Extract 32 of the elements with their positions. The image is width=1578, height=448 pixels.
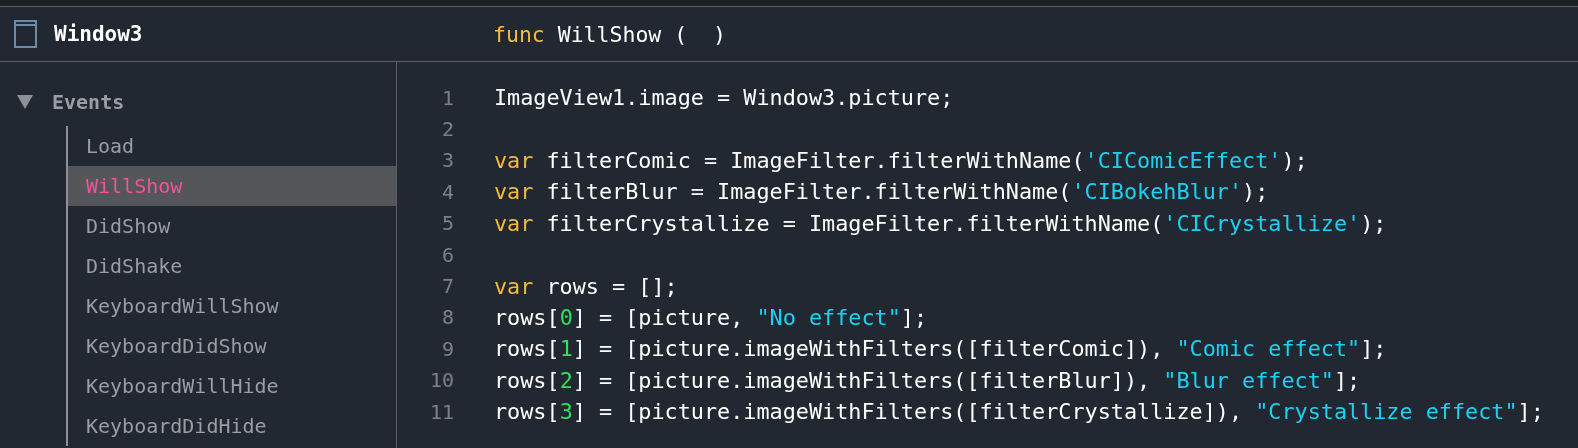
code-line: var filterCrystallize = ImageFilter.filterWithName('CICrystallize'); [494, 210, 1387, 236]
event-item[interactable]: DidShow [68, 206, 396, 246]
event-item[interactable]: DidShake [68, 246, 396, 286]
line-number: 9 [440, 336, 454, 361]
event-item[interactable]: Load [68, 126, 396, 166]
code-line: rows[1] = [picture.imageWithFilters([filterComic]), "Comic effect"]; [494, 336, 1387, 362]
event-item[interactable]: KeyboardDidHide [68, 406, 396, 446]
line-number: 1 [440, 85, 454, 110]
line-number: 2 [440, 117, 454, 142]
line-number: 11 [428, 399, 454, 424]
line-number: 6 [440, 242, 454, 267]
line-number: 5 [440, 211, 454, 236]
event-item[interactable]: KeyboardWillShow [68, 286, 396, 326]
event-item[interactable]: KeyboardWillHide [68, 366, 396, 406]
code-line: var rows = []; [494, 273, 678, 299]
code-line: rows[2] = [picture.imageWithFilters([filterBlur]), "Blur effect"]; [494, 367, 1361, 393]
code-line: rows[3] = [picture.imageWithFilters([filterCrystallize]), "Crystallize effect"]; [494, 399, 1544, 425]
function-signature: func WillShow ( ) [492, 21, 727, 47]
expanded-triangle-icon[interactable] [16, 94, 34, 110]
code-line: var filterBlur = ImageFilter.filterWithName('CIBokehBlur'); [494, 179, 1269, 205]
code-line: var filterComic = ImageFilter.filterWithName('CIComicEffect'); [494, 147, 1308, 173]
line-number: 4 [440, 179, 454, 204]
group-label: Events [52, 90, 125, 114]
line-number: 3 [440, 148, 454, 173]
event-item[interactable]: KeyboardDidShow [68, 326, 396, 366]
line-number: 8 [440, 305, 454, 330]
window-icon [14, 20, 37, 48]
code-line: ImageView1.image = Window3.picture; [494, 85, 954, 111]
code-line: rows[0] = [picture, "No effect"]; [494, 304, 928, 330]
window-title: Window3 [54, 22, 143, 46]
line-number: 10 [428, 368, 454, 393]
line-number: 7 [440, 274, 454, 299]
